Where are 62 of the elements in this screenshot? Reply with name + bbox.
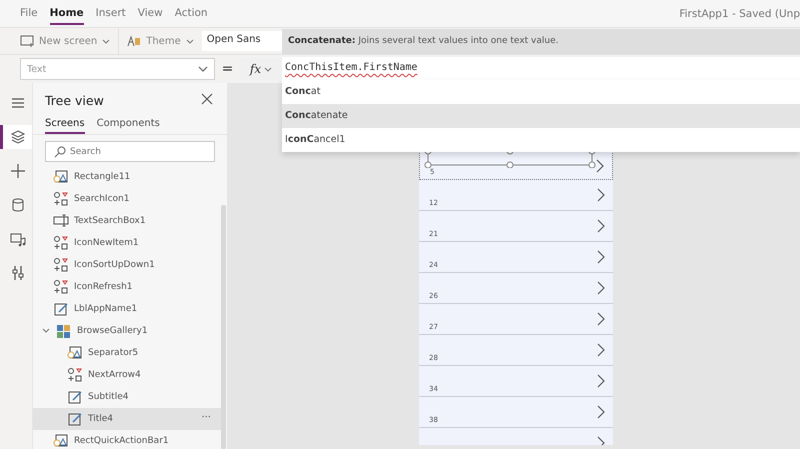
menu-tab[interactable]: Insert	[96, 2, 126, 24]
icons-icon	[53, 257, 69, 273]
suggestion-item[interactable]: Concat	[282, 80, 800, 104]
caret-icon	[198, 66, 208, 72]
panel-title: Tree view	[45, 93, 104, 108]
search-icon	[54, 146, 66, 158]
layers-icon	[8, 128, 26, 146]
tree-item[interactable]: SearchIcon1	[33, 188, 225, 210]
tree-item[interactable]: IconRefresh1	[33, 276, 225, 298]
tree-item[interactable]: Rectangle11	[33, 166, 225, 188]
new-screen-icon	[20, 35, 34, 47]
shape-icon	[53, 169, 69, 185]
gallery-icon	[56, 323, 72, 339]
chevron-right-icon	[596, 159, 604, 173]
chevron-right-icon	[597, 250, 605, 264]
rail-button[interactable]	[0, 125, 32, 149]
suggestion-item[interactable]: Concatenate	[282, 104, 800, 128]
text-input-icon	[53, 213, 69, 229]
caret-icon	[102, 38, 110, 44]
scrollbar[interactable]	[221, 205, 226, 449]
tree-item[interactable]: Separator5	[33, 342, 225, 364]
tree-item[interactable]: IconNewItem1	[33, 232, 225, 254]
suggestion-item[interactable]: IconCancel1	[282, 128, 800, 152]
chevron-right-icon	[597, 312, 605, 326]
window-title: FirstApp1 - Saved (Unp	[679, 8, 800, 20]
search-field[interactable]: Search	[45, 141, 215, 162]
formula-field[interactable]: ConcThisItem.FirstName	[282, 57, 800, 81]
chevron-right-icon	[597, 281, 605, 295]
tree-item[interactable]: TextSearchBox1	[33, 210, 225, 232]
tree-item[interactable]: NextArrow4	[33, 364, 225, 386]
icons-icon	[53, 279, 69, 295]
icons-icon	[53, 191, 69, 207]
close-icon	[201, 93, 213, 105]
tree-item[interactable]: LblAppName1	[33, 298, 225, 320]
tab[interactable]: Screens	[45, 118, 85, 134]
tree-item[interactable]: BrowseGallery1	[33, 320, 225, 342]
tree-item[interactable]: Subtitle4	[33, 386, 225, 408]
icons-icon	[67, 367, 83, 383]
plus-icon	[8, 162, 26, 180]
chevron-right-icon	[597, 219, 605, 233]
chevron-right-icon	[597, 343, 605, 357]
icons-icon	[53, 235, 69, 251]
menu-tab[interactable]: File	[20, 2, 38, 24]
menu-tab[interactable]: Action	[174, 2, 208, 24]
label-icon	[67, 411, 83, 427]
chevron-right-icon	[597, 374, 605, 388]
chevron-right-icon	[597, 188, 605, 202]
more-options-icon[interactable]: ···	[201, 412, 211, 423]
equals-sign: =	[220, 61, 234, 77]
label-icon	[53, 301, 69, 317]
shape-icon	[67, 345, 83, 361]
tab[interactable]: Components	[96, 118, 160, 134]
menu-tab[interactable]: Home	[50, 2, 84, 24]
chevron-right-icon	[597, 405, 605, 419]
label-icon	[67, 389, 83, 405]
tree-item[interactable]: IconSortUpDown1	[33, 254, 225, 276]
menu-tab[interactable]: View	[138, 2, 163, 24]
caret-icon	[264, 66, 272, 72]
theme-icon	[127, 35, 142, 47]
tree-item[interactable]: RectQuickActionBar1	[33, 430, 225, 449]
caret-icon	[186, 38, 194, 44]
function-tooltip: Concatenate: Joins several text values into one text value.	[282, 29, 800, 54]
